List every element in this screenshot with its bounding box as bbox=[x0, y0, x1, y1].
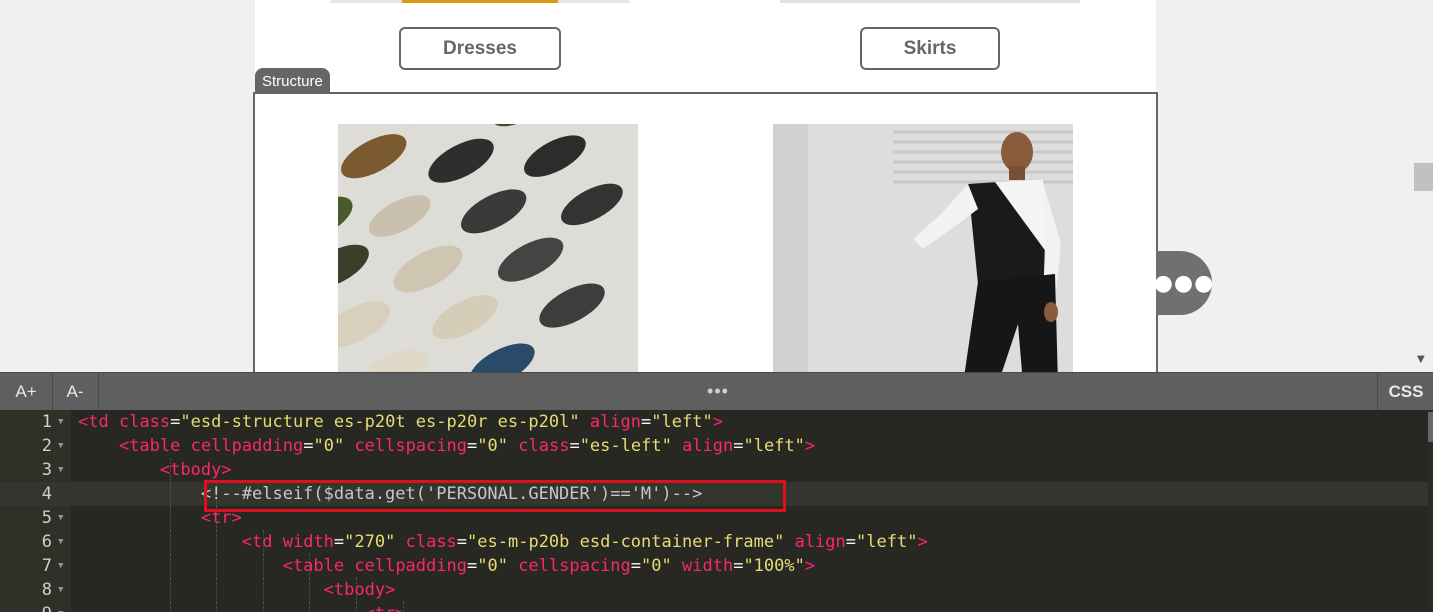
code-text: <tbody> bbox=[323, 580, 396, 600]
line-number: 2 bbox=[41, 436, 52, 456]
fold-arrow-icon[interactable]: ▼ bbox=[58, 578, 63, 602]
code-line[interactable]: 9 ▼ <tr> bbox=[0, 602, 1428, 612]
dresses-button[interactable]: Dresses bbox=[399, 27, 561, 70]
line-number: 7 bbox=[41, 556, 52, 576]
line-number: 1 bbox=[41, 412, 52, 432]
code-line[interactable]: 2 ▼ <table cellpadding="0" cellspacing="0… bbox=[0, 434, 1428, 458]
line-number: 5 bbox=[41, 508, 52, 528]
line-number: 9 bbox=[0, 602, 52, 612]
tracksuit-product-image[interactable] bbox=[773, 124, 1073, 372]
fold-arrow-icon[interactable]: ▼ bbox=[58, 458, 63, 482]
fold-arrow-icon[interactable]: ▼ bbox=[58, 506, 63, 530]
fold-arrow-icon[interactable]: ▼ bbox=[58, 434, 63, 458]
editor-scrollbar-thumb[interactable] bbox=[1428, 412, 1433, 442]
line-number: 8 bbox=[41, 580, 52, 600]
fold-arrow-icon[interactable]: ▼ bbox=[58, 602, 63, 612]
category-image-dresses bbox=[330, 0, 630, 3]
code-text: <td width="270" class="es-m-p20b esd-con… bbox=[241, 532, 928, 552]
fold-arrow-icon[interactable]: ▼ bbox=[58, 530, 63, 554]
preview-scrollbar-thumb[interactable] bbox=[1414, 163, 1433, 191]
code-line[interactable]: 1 ▼ <td class="esd-structure es-p20t es-p2… bbox=[0, 410, 1428, 434]
editor-toolbar: A+ A- ••• CSS bbox=[0, 372, 1433, 410]
email-preview: Dresses Skirts Structure ●●● ▼ bbox=[0, 0, 1433, 372]
code-text: <tr> bbox=[78, 602, 406, 612]
skirts-button[interactable]: Skirts bbox=[860, 27, 1000, 70]
font-decrease-button[interactable]: A- bbox=[52, 373, 99, 410]
font-increase-button[interactable]: A+ bbox=[0, 373, 53, 410]
code-line[interactable]: 7 ▼ <table cellpadding="0" cellspacing="0… bbox=[0, 554, 1428, 578]
code-text: <table cellpadding="0" cellspacing="0" c… bbox=[118, 436, 816, 456]
code-text: <td class="esd-structure es-p20t es-p20r… bbox=[78, 412, 723, 432]
scroll-down-arrow-icon[interactable]: ▼ bbox=[1417, 354, 1425, 365]
code-line[interactable]: 6 ▼ <td width="270" class="es-m-p20b esd-… bbox=[0, 530, 1428, 554]
code-editor[interactable]: 1 ▼ <td class="esd-structure es-p20t es-p2… bbox=[0, 410, 1433, 612]
code-text: <tbody> bbox=[159, 460, 232, 480]
more-options-button[interactable]: ●●● bbox=[1153, 251, 1215, 315]
line-number: 6 bbox=[41, 532, 52, 552]
resize-handle-icon[interactable]: ••• bbox=[690, 373, 746, 410]
highlighted-code-annotation bbox=[204, 480, 786, 512]
structure-label[interactable]: Structure bbox=[255, 68, 330, 94]
code-line[interactable]: 8 ▼ <tbody> bbox=[0, 578, 1428, 602]
line-number: 4 bbox=[41, 484, 52, 504]
fold-arrow-icon[interactable]: ▼ bbox=[58, 554, 63, 578]
code-text: <table cellpadding="0" cellspacing="0" w… bbox=[282, 556, 816, 576]
css-toggle-button[interactable]: CSS bbox=[1377, 373, 1433, 410]
fold-arrow-icon[interactable]: ▼ bbox=[58, 410, 63, 434]
line-number: 3 bbox=[41, 460, 52, 480]
code-line[interactable]: 3 ▼ <tbody> bbox=[0, 458, 1428, 482]
category-image-skirts bbox=[780, 0, 1080, 3]
ellipsis-icon: ●●● bbox=[1153, 270, 1215, 296]
shoes-product-image[interactable] bbox=[338, 124, 638, 372]
